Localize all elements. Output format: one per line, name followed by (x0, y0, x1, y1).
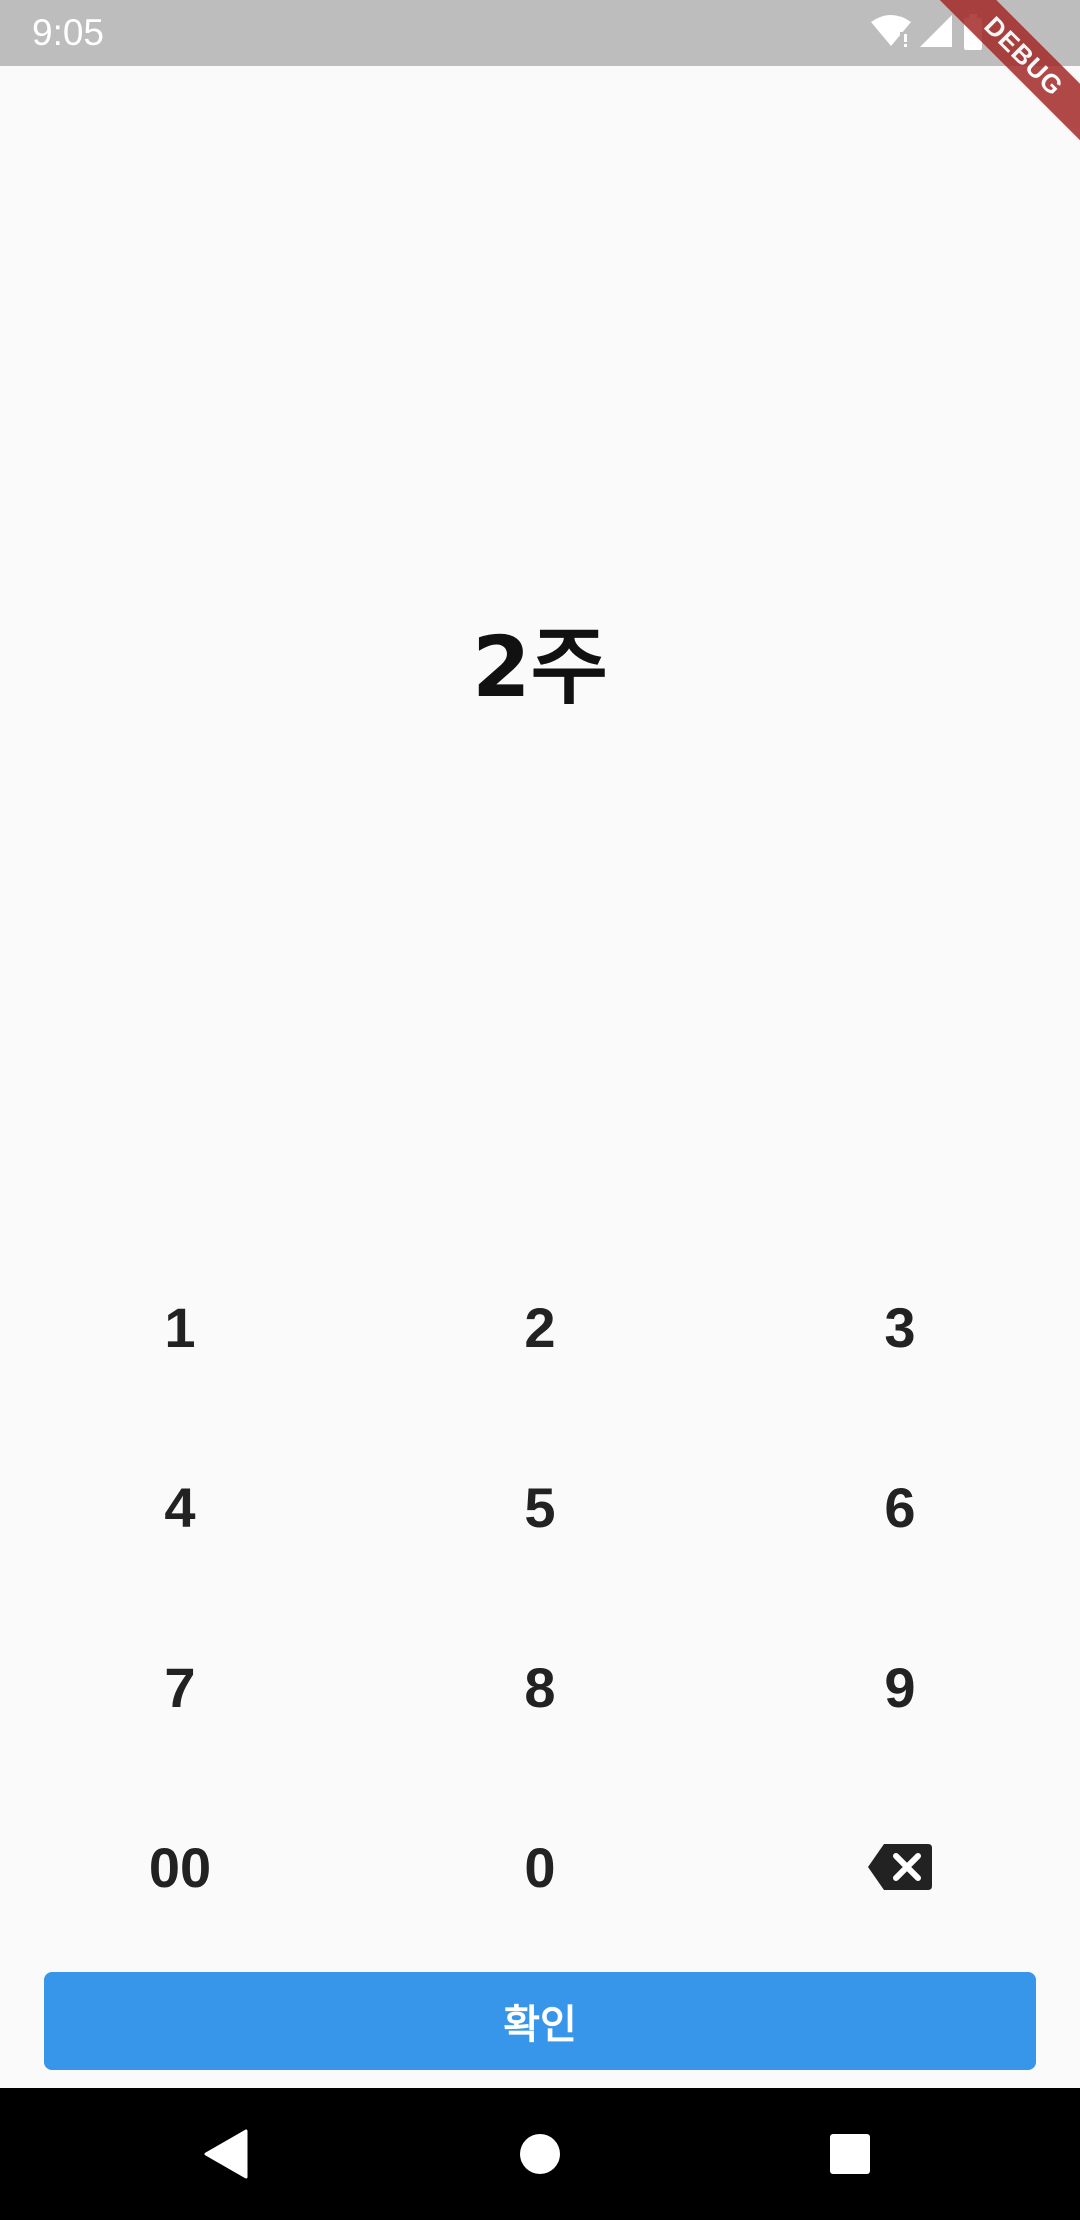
battery-icon (964, 14, 982, 50)
confirm-button[interactable]: 확인 (44, 1972, 1036, 2070)
status-bar: 9:05 (0, 0, 1080, 66)
key-2[interactable]: 2 (360, 1237, 720, 1417)
key-3[interactable]: 3 (720, 1237, 1080, 1417)
key-5[interactable]: 5 (360, 1417, 720, 1597)
nav-home-button[interactable] (510, 2124, 570, 2184)
signal-icon (920, 15, 952, 47)
key-7[interactable]: 7 (0, 1597, 360, 1777)
display-value: 2주 (472, 618, 608, 716)
key-4[interactable]: 4 (0, 1417, 360, 1597)
nav-back-button[interactable] (196, 2124, 256, 2184)
backspace-icon (868, 1844, 932, 1890)
status-time: 9:05 (32, 12, 105, 53)
home-icon (520, 2134, 560, 2174)
status-icons (870, 14, 1010, 54)
key-0[interactable]: 0 (360, 1777, 720, 1957)
wifi-icon (871, 15, 911, 47)
nav-bar (0, 2088, 1080, 2220)
key-9[interactable]: 9 (720, 1597, 1080, 1777)
recents-icon (830, 2134, 870, 2174)
back-icon (204, 2129, 248, 2179)
key-6[interactable]: 6 (720, 1417, 1080, 1597)
nav-recents-button[interactable] (820, 2124, 880, 2184)
key-00[interactable]: 00 (0, 1777, 360, 1957)
key-8[interactable]: 8 (360, 1597, 720, 1777)
backspace-key[interactable] (720, 1777, 1080, 1957)
keypad: 1 2 3 4 5 6 7 8 9 00 0 (0, 1237, 1080, 1957)
key-1[interactable]: 1 (0, 1237, 360, 1417)
